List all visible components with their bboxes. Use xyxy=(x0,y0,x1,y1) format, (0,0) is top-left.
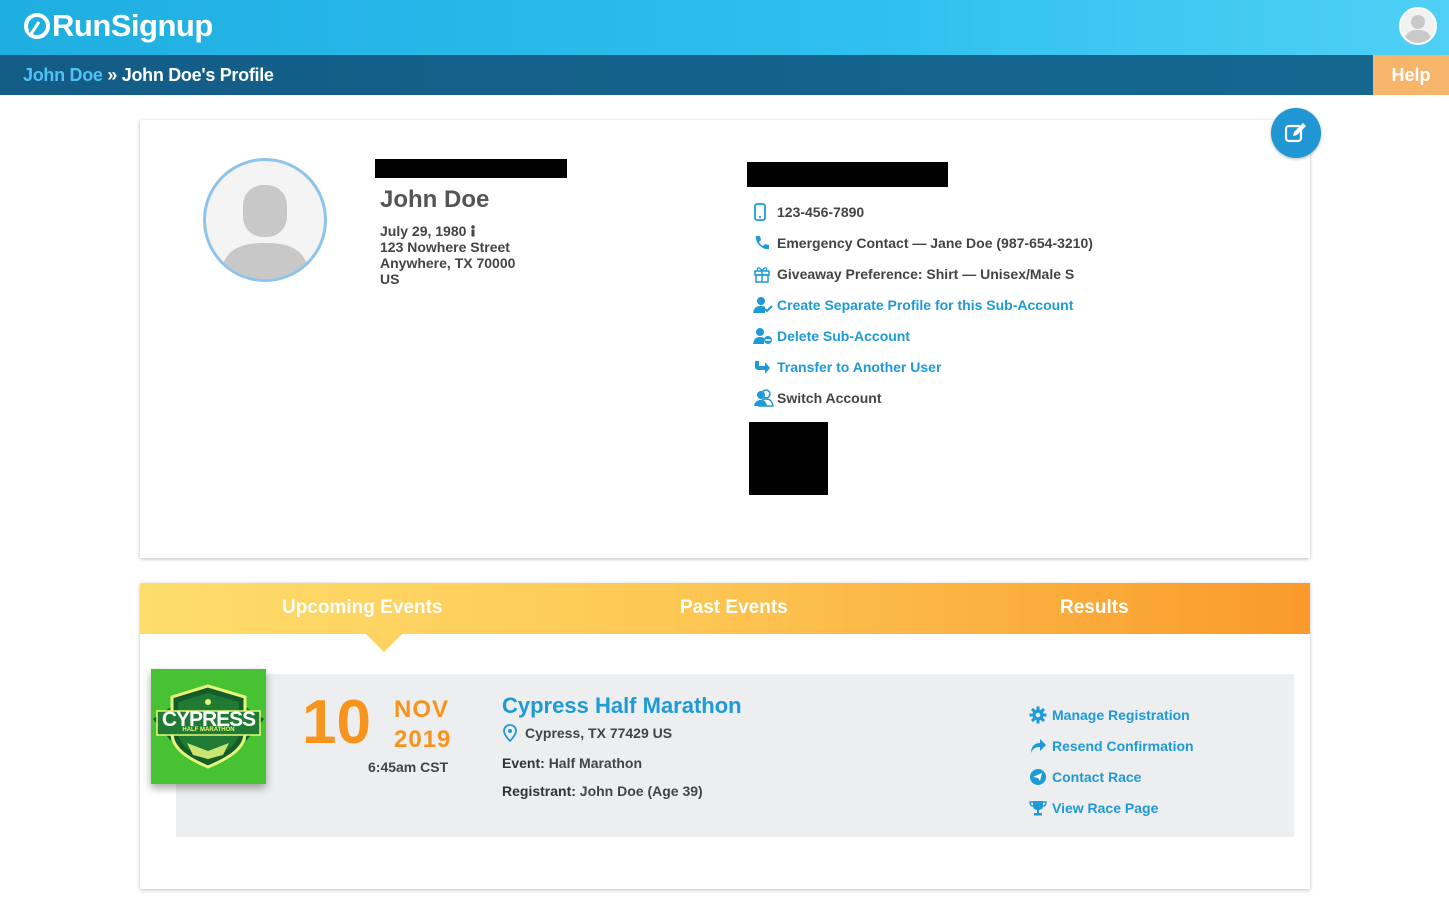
phone-number: 123-456-7890 xyxy=(777,203,865,220)
transfer-user-link[interactable]: Transfer to Another User xyxy=(753,351,1093,382)
transfer-user-label: Transfer to Another User xyxy=(777,358,942,375)
race-event-label: Event: xyxy=(502,755,545,771)
emergency-contact-row: Emergency Contact — Jane Doe (987-654-32… xyxy=(753,227,1093,258)
map-pin-icon xyxy=(503,724,525,742)
resend-confirmation-label: Resend Confirmation xyxy=(1052,737,1194,754)
profile-birthdate-row: July 29, 1980 xyxy=(380,223,515,239)
giveaway-row: Giveaway Preference: Shirt — Unisex/Male… xyxy=(753,258,1093,289)
create-profile-label: Create Separate Profile for this Sub-Acc… xyxy=(777,296,1074,313)
breadcrumb-bar: John Doe » John Doe's Profile xyxy=(0,55,1449,95)
profile-photo[interactable] xyxy=(203,158,327,282)
race-registrant-value: John Doe (Age 39) xyxy=(579,783,703,799)
redacted-block xyxy=(747,162,948,187)
emergency-contact: Emergency Contact — Jane Doe (987-654-32… xyxy=(777,234,1093,251)
user-silhouette-icon xyxy=(1404,15,1432,43)
race-event-type: Event: Half Marathon xyxy=(502,755,642,771)
logo-text: RunSignup xyxy=(52,8,213,43)
send-message-icon xyxy=(1029,768,1052,786)
profile-info-list: 123-456-7890 Emergency Contact — Jane Do… xyxy=(753,196,1093,413)
contact-race-label: Contact Race xyxy=(1052,768,1142,785)
tab-past-events[interactable]: Past Events xyxy=(680,597,788,619)
race-title-link[interactable]: Cypress Half Marathon xyxy=(502,693,742,719)
profile-address-line1: 123 Nowhere Street xyxy=(380,239,510,255)
event-year: 2019 xyxy=(394,726,452,753)
runsignup-logo[interactable]: RunSignup xyxy=(24,8,213,44)
profile-name: John Doe xyxy=(380,186,490,213)
help-button[interactable]: Help xyxy=(1373,55,1449,95)
view-race-page-label: View Race Page xyxy=(1052,799,1159,816)
delete-sub-account-label: Delete Sub-Account xyxy=(777,327,911,344)
forward-arrow-icon xyxy=(1029,737,1052,755)
redacted-block xyxy=(375,159,567,178)
event-month: NOV xyxy=(394,696,450,723)
profile-details: July 29, 1980 123 Nowhere Street Anywher… xyxy=(380,223,515,287)
phone-row: 123-456-7890 xyxy=(753,196,1093,227)
event-day: 10 xyxy=(302,688,371,757)
gift-icon xyxy=(753,264,777,284)
switch-account-label: Switch Account xyxy=(777,389,882,406)
profile-country: US xyxy=(380,271,400,287)
active-tab-pointer xyxy=(366,634,402,652)
manage-registration-label: Manage Registration xyxy=(1052,706,1190,723)
view-race-page-link[interactable]: View Race Page xyxy=(1029,792,1194,823)
profile-birthdate: July 29, 1980 xyxy=(380,223,467,239)
contact-race-link[interactable]: Contact Race xyxy=(1029,761,1194,792)
edit-profile-button[interactable] xyxy=(1271,108,1321,158)
tab-upcoming-events[interactable]: Upcoming Events xyxy=(282,597,442,619)
race-registrant-label: Registrant: xyxy=(502,783,576,799)
user-check-icon xyxy=(753,295,777,315)
create-profile-link[interactable]: Create Separate Profile for this Sub-Acc… xyxy=(753,289,1093,320)
race-registrant: Registrant: John Doe (Age 39) xyxy=(502,783,703,799)
profile-address-line2: Anywhere, TX 70000 xyxy=(380,255,516,271)
race-location-text: Cypress, TX 77429 US xyxy=(525,725,673,741)
manage-registration-link[interactable]: Manage Registration xyxy=(1029,699,1194,730)
giveaway-preference: Giveaway Preference: Shirt — Unisex/Male… xyxy=(777,265,1075,282)
share-arrow-icon xyxy=(753,357,777,377)
event-time: 6:45am CST xyxy=(368,759,449,775)
delete-sub-account-link[interactable]: Delete Sub-Account xyxy=(753,320,1093,351)
switch-account-row[interactable]: Switch Account xyxy=(753,382,1093,413)
breadcrumb-separator: » xyxy=(107,65,118,85)
male-gender-icon xyxy=(470,224,476,237)
users-icon xyxy=(753,388,777,408)
redacted-block xyxy=(749,422,828,495)
events-tabs: Upcoming Events Past Events Results xyxy=(140,583,1310,634)
logo-mark-icon xyxy=(24,13,50,39)
edit-icon xyxy=(1284,123,1306,143)
mobile-phone-icon xyxy=(753,202,777,222)
event-actions: Manage Registration Resend Confirmation … xyxy=(1029,699,1194,823)
phone-icon xyxy=(753,233,777,253)
breadcrumb-current: John Doe's Profile xyxy=(121,65,274,85)
user-silhouette-icon xyxy=(220,185,310,279)
trophy-icon xyxy=(1029,799,1052,817)
breadcrumb: John Doe » John Doe's Profile xyxy=(23,65,274,86)
user-remove-icon xyxy=(753,326,777,346)
top-bar: RunSignup xyxy=(0,0,1449,55)
gear-icon xyxy=(1029,706,1052,724)
event-logo[interactable]: CYPRESS HALF MARATHON xyxy=(151,669,266,784)
tab-results[interactable]: Results xyxy=(1060,597,1129,619)
breadcrumb-user-link[interactable]: John Doe xyxy=(23,65,103,85)
race-event-value: Half Marathon xyxy=(548,755,643,771)
user-avatar[interactable] xyxy=(1399,7,1437,45)
race-location: Cypress, TX 77429 US xyxy=(503,724,672,742)
resend-confirmation-link[interactable]: Resend Confirmation xyxy=(1029,730,1194,761)
event-logo-subtext: HALF MARATHON xyxy=(182,727,235,733)
